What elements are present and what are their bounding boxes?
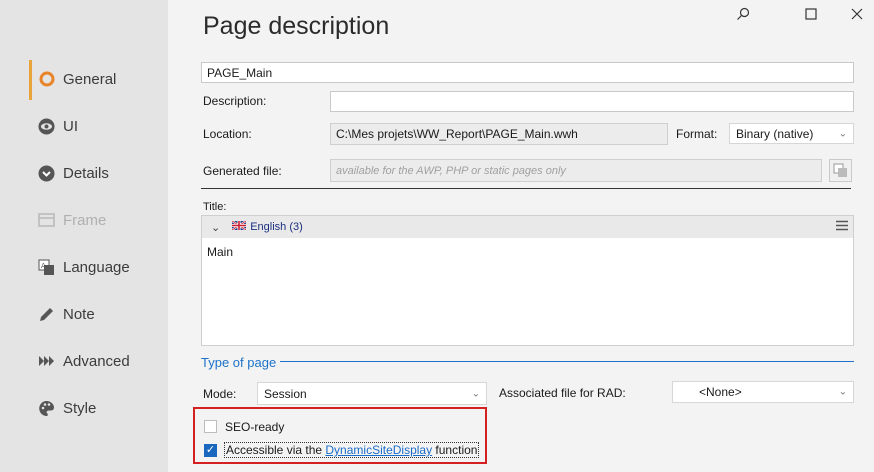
search-icon[interactable] xyxy=(732,4,754,24)
generated-file-field[interactable]: available for the AWP, PHP or static pag… xyxy=(330,159,822,182)
uk-flag-icon xyxy=(231,220,247,233)
sidebar-item-note[interactable]: Note xyxy=(38,299,95,329)
chevron-down-icon[interactable]: ⌄ xyxy=(211,221,220,234)
seo-ready-label[interactable]: SEO-ready xyxy=(225,420,284,434)
language-name[interactable]: English (3) xyxy=(250,221,303,233)
frame-icon xyxy=(38,212,55,229)
generated-file-placeholder: available for the AWP, PHP or static pag… xyxy=(336,164,566,177)
sidebar-item-general[interactable]: General xyxy=(38,64,116,94)
chevron-down-icon: ⌄ xyxy=(838,386,847,398)
seo-ready-checkbox[interactable] xyxy=(204,420,217,433)
sidebar-item-label: Note xyxy=(63,305,95,323)
page-name-field[interactable]: PAGE_Main xyxy=(201,62,854,83)
section-title-type-of-page: Type of page xyxy=(201,355,277,370)
description-label: Description: xyxy=(203,94,267,108)
page-title: Page description xyxy=(203,12,390,40)
active-indicator xyxy=(29,60,32,100)
palette-icon xyxy=(38,400,55,417)
format-label: Format: xyxy=(676,127,718,141)
accessible-suffix: function xyxy=(432,443,478,457)
svg-text:A: A xyxy=(41,262,46,270)
hamburger-menu-icon[interactable] xyxy=(836,220,848,234)
location-label: Location: xyxy=(203,127,252,141)
section-divider xyxy=(280,361,854,362)
accessible-checkbox[interactable]: ✓ xyxy=(204,444,217,457)
location-field[interactable]: C:\Mes projets\WW_Report\PAGE_Main.wwh xyxy=(330,123,668,145)
sidebar-item-label: Advanced xyxy=(63,352,130,370)
sidebar-item-label: Details xyxy=(63,164,109,182)
mode-label: Mode: xyxy=(203,387,237,401)
sidebar-item-frame: Frame xyxy=(38,205,106,235)
title-label: Title: xyxy=(203,201,227,213)
ring-icon xyxy=(38,71,55,88)
rad-label: Associated file for RAD: xyxy=(499,386,626,400)
close-icon[interactable] xyxy=(846,4,868,24)
chevron-circle-icon xyxy=(38,165,55,182)
sidebar-item-language[interactable]: A Language xyxy=(38,252,130,282)
eye-icon xyxy=(38,118,55,135)
location-value: C:\Mes projets\WW_Report\PAGE_Main.wwh xyxy=(336,127,578,141)
maximize-icon[interactable] xyxy=(800,4,822,24)
mode-select[interactable]: Session ⌄ xyxy=(257,382,487,405)
sidebar: General UI Details Frame A Language Note xyxy=(0,0,168,472)
translate-icon: A xyxy=(38,259,55,276)
main-panel: Page description PAGE_Main Description: … xyxy=(168,0,874,472)
description-field[interactable] xyxy=(330,91,854,112)
sidebar-item-label: General xyxy=(63,70,117,88)
accessible-prefix: Accessible via the xyxy=(226,443,326,457)
sidebar-item-label: Language xyxy=(63,258,130,276)
sidebar-item-label: Frame xyxy=(63,211,107,229)
fast-forward-icon xyxy=(38,353,55,370)
format-value: Binary (native) xyxy=(736,126,814,141)
translate-icon xyxy=(833,163,847,177)
mode-value: Session xyxy=(264,386,307,401)
sidebar-item-label: Style xyxy=(63,399,97,417)
chevron-down-icon: ⌄ xyxy=(838,128,847,139)
title-value[interactable]: Main xyxy=(207,245,233,259)
title-editor[interactable]: ⌄ English (3) Main xyxy=(201,215,854,346)
language-bar: ⌄ English (3) xyxy=(202,216,853,238)
sidebar-item-style[interactable]: Style xyxy=(38,393,96,423)
generated-file-label: Generated file: xyxy=(203,164,282,178)
divider xyxy=(201,188,851,189)
rad-value: <None> xyxy=(699,385,742,399)
sidebar-item-details[interactable]: Details xyxy=(38,158,109,188)
rad-select[interactable]: <None> ⌄ xyxy=(672,381,854,403)
sidebar-item-advanced[interactable]: Advanced xyxy=(38,346,130,376)
translate-button[interactable] xyxy=(829,159,852,182)
sidebar-item-ui[interactable]: UI xyxy=(38,111,78,141)
format-select[interactable]: Binary (native) ⌄ xyxy=(729,123,854,144)
sidebar-item-label: UI xyxy=(63,117,78,135)
pencil-icon xyxy=(38,306,55,323)
dynamic-site-display-link[interactable]: DynamicSiteDisplay xyxy=(325,443,432,457)
accessible-label[interactable]: Accessible via the DynamicSiteDisplay fu… xyxy=(224,442,480,458)
chevron-down-icon: ⌄ xyxy=(471,388,480,399)
page-name-value: PAGE_Main xyxy=(207,65,273,80)
